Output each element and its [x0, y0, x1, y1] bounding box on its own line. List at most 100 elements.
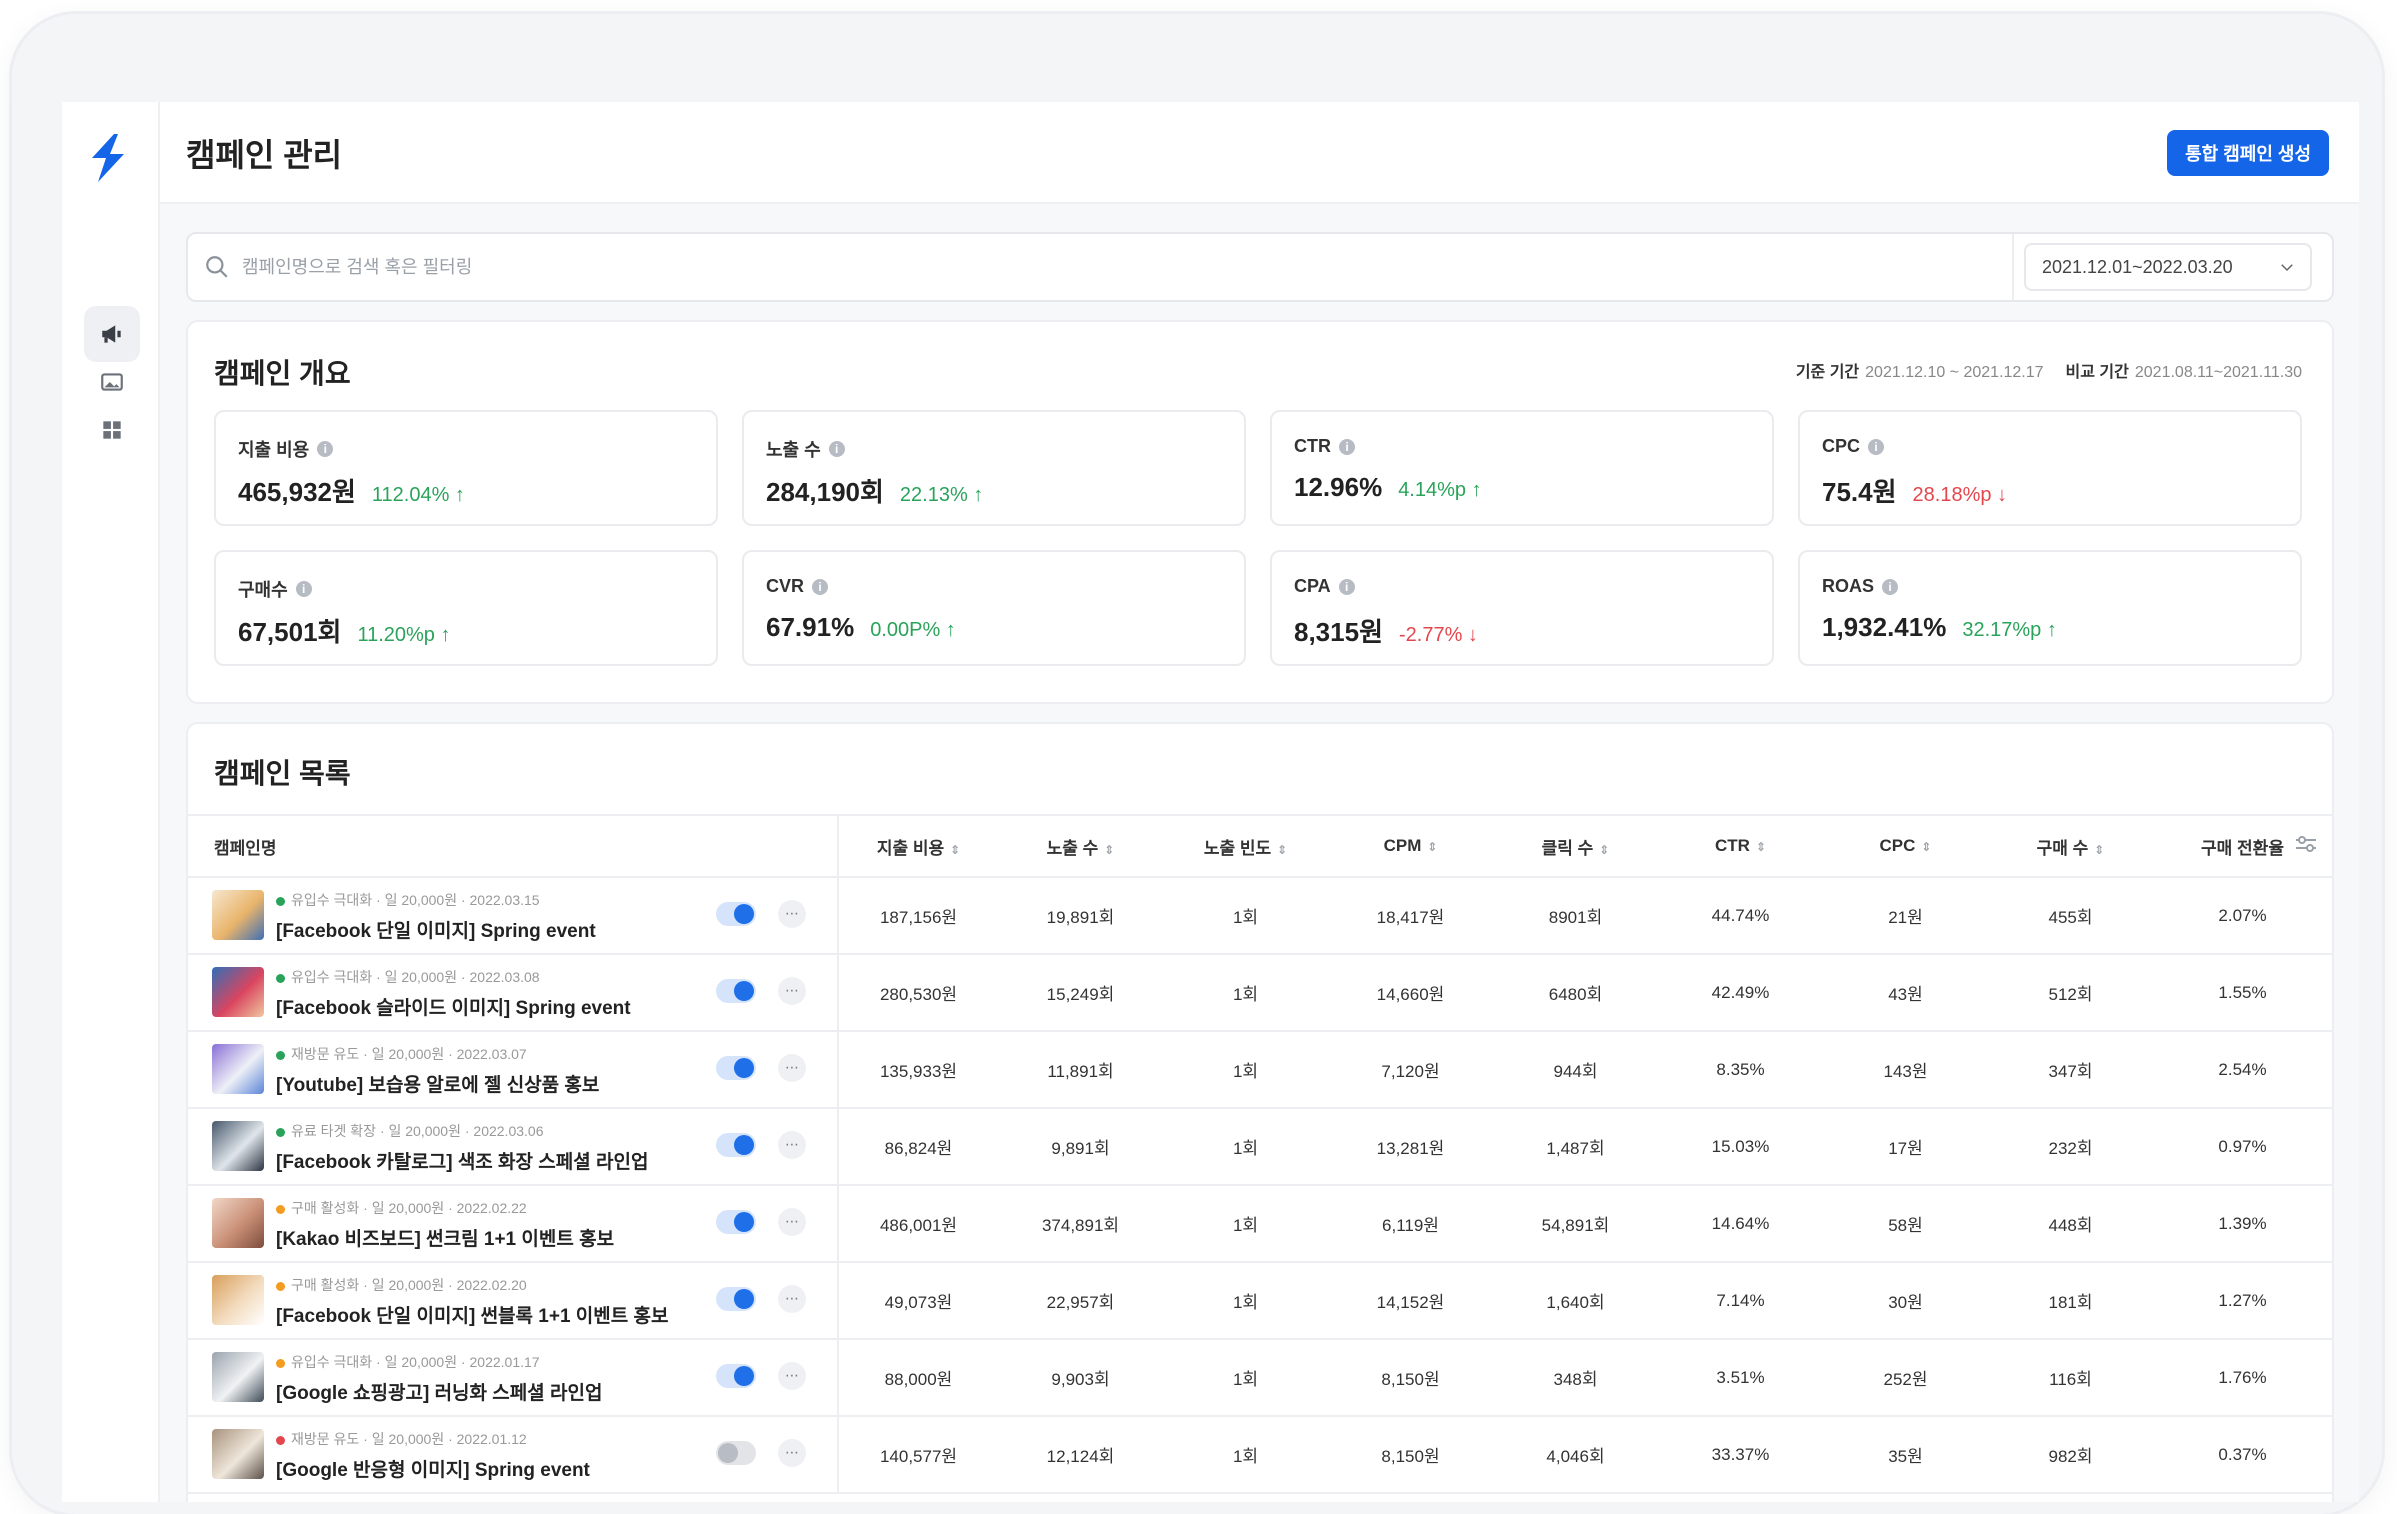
table-cell: 9,903회: [998, 1339, 1163, 1417]
metric-change: 0.00P% ↑: [870, 619, 956, 641]
table-cell: 18,417원: [1328, 877, 1493, 955]
more-options-icon[interactable]: ⋯: [778, 1439, 806, 1467]
table-cell: 1회: [1163, 1262, 1328, 1340]
table-row[interactable]: 구매 활성화 · 일 20,000원 · 2022.02.20 [Facebook…: [188, 1262, 2332, 1340]
campaign-toggle[interactable]: [716, 979, 756, 1003]
table-row[interactable]: 구매 활성화 · 일 20,000원 · 2022.02.22 [Kakao 비즈…: [188, 1185, 2332, 1263]
metric-change: -2.77% ↓: [1398, 624, 1478, 646]
column-header[interactable]: CPM ⇕: [1328, 814, 1493, 878]
base-period-label: 기준 기간: [1795, 364, 1860, 381]
column-header[interactable]: 클릭 수 ⇕: [1493, 814, 1658, 878]
table-cell: 181회: [1988, 1262, 2153, 1340]
campaign-meta: 구매 활성화 · 일 20,000원 · 2022.02.22: [276, 1198, 527, 1218]
table-row[interactable]: 유입수 극대화 · 일 20,000원 · 2022.01.17 [Google …: [188, 1339, 2332, 1417]
table-cell: 1.39%: [2153, 1185, 2332, 1263]
status-dot: [276, 1435, 285, 1445]
table-cell: 22,957회: [998, 1262, 1163, 1340]
status-dot: [276, 1050, 285, 1060]
page-title: 캠페인 관리: [186, 137, 343, 173]
sort-icon: ⇕: [950, 842, 961, 857]
sort-icon: ⇕: [1599, 842, 1610, 857]
date-range-box: 2021.12.01~2022.03.20: [2024, 243, 2312, 291]
campaign-toggle[interactable]: [716, 1364, 756, 1388]
base-period: 2021.12.10 ~ 2021.12.17: [1865, 364, 2044, 381]
column-header[interactable]: CPC ⇕: [1823, 814, 1988, 878]
campaign-meta: 재방문 유도 · 일 20,000원 · 2022.01.12: [276, 1429, 527, 1449]
column-settings-icon[interactable]: [2294, 834, 2318, 854]
info-icon[interactable]: i: [1338, 578, 1355, 595]
table-cell: 1회: [1163, 1416, 1328, 1494]
status-dot: [276, 1281, 285, 1291]
search-input[interactable]: [240, 248, 2144, 286]
column-header[interactable]: 구매 수 ⇕: [1988, 814, 2153, 878]
table-cell: 1.76%: [2153, 1339, 2332, 1417]
more-options-icon[interactable]: ⋯: [778, 900, 806, 928]
campaign-toggle[interactable]: [716, 902, 756, 926]
sidebar-item-apps[interactable]: [84, 402, 140, 458]
campaign-toggle[interactable]: [716, 1441, 756, 1465]
table-cell: 486,001원: [838, 1185, 998, 1263]
table-cell: 6480회: [1493, 954, 1658, 1032]
search-icon: [206, 256, 228, 278]
metric-card: CPA i 8,315원 -2.77% ↓: [1270, 550, 1774, 666]
campaign-meta: 구매 활성화 · 일 20,000원 · 2022.02.20: [276, 1275, 527, 1295]
table-header-row: 캠페인명 지출 비용 ⇕ 노출 수 ⇕ 노출 빈도 ⇕ CPM ⇕ 클릭 수 ⇕ CTR ⇕ CPC ⇕ 구매…: [188, 814, 2332, 878]
column-header[interactable]: 지출 비용 ⇕: [838, 814, 998, 878]
table-cell: 9,891회: [998, 1108, 1163, 1186]
info-icon[interactable]: i: [1339, 438, 1355, 455]
table-cell: 2.07%: [2153, 877, 2332, 955]
campaign-meta: 유입수 극대화 · 일 20,000원 · 2022.03.08: [276, 967, 540, 987]
table-cell: 33.37%: [1658, 1416, 1823, 1494]
metric-card: 지출 비용 i 465,932원 112.04% ↑: [214, 410, 718, 526]
table-row[interactable]: 재방문 유도 · 일 20,000원 · 2022.01.12 [Google 반…: [188, 1416, 2332, 1494]
campaign-name[interactable]: [Youtube] 보습용 알로에 젤 신상품 홍보: [276, 1070, 599, 1097]
column-header-name[interactable]: 캠페인명: [188, 814, 839, 878]
table-row[interactable]: 재방문 유도 · 일 20,000원 · 2022.03.07 [Youtube]…: [188, 1031, 2332, 1109]
table-cell: 14.64%: [1658, 1185, 1823, 1263]
campaign-name[interactable]: [Kakao 비즈보드] 썬크림 1+1 이벤트 홍보: [276, 1224, 614, 1251]
create-campaign-button[interactable]: 통합 캠페인 생성: [2167, 130, 2329, 176]
more-options-icon[interactable]: ⋯: [778, 1208, 806, 1236]
campaign-toggle[interactable]: [716, 1210, 756, 1234]
status-dot: [276, 973, 285, 983]
info-icon[interactable]: i: [1868, 438, 1885, 455]
info-icon[interactable]: i: [828, 441, 845, 457]
search-bar: 2021.12.01~2022.03.20: [186, 232, 2334, 302]
campaign-thumbnail: [212, 1121, 264, 1171]
campaign-name[interactable]: [Facebook 단일 이미지] Spring event: [276, 916, 596, 943]
campaign-name[interactable]: [Facebook 단일 이미지] 썬블록 1+1 이벤트 홍보: [276, 1301, 669, 1328]
campaign-name-cell: 구매 활성화 · 일 20,000원 · 2022.02.20 [Facebook…: [188, 1262, 839, 1340]
metric-change: 22.13% ↑: [899, 484, 984, 506]
campaign-toggle[interactable]: [716, 1056, 756, 1080]
info-icon[interactable]: i: [317, 441, 334, 457]
column-header[interactable]: CTR ⇕: [1658, 814, 1823, 878]
table-cell: 0.37%: [2153, 1416, 2332, 1494]
table-row[interactable]: 유료 타겟 확장 · 일 20,000원 · 2022.03.06 [Facebo…: [188, 1108, 2332, 1186]
table-cell: 187,156원: [838, 877, 998, 955]
more-options-icon[interactable]: ⋯: [778, 1285, 806, 1313]
campaign-toggle[interactable]: [716, 1287, 756, 1311]
info-icon[interactable]: i: [1882, 578, 1899, 595]
column-header[interactable]: 노출 수 ⇕: [998, 814, 1163, 878]
campaign-name[interactable]: [Facebook 카탈로그] 색조 화장 스페셜 라인업: [276, 1147, 648, 1174]
more-options-icon[interactable]: ⋯: [778, 1362, 806, 1390]
info-icon[interactable]: i: [295, 581, 312, 597]
date-range-select[interactable]: 2021.12.01~2022.03.20: [2012, 234, 2332, 300]
campaign-name[interactable]: [Facebook 슬라이드 이미지] Spring event: [276, 993, 631, 1020]
info-icon[interactable]: i: [812, 578, 829, 595]
campaign-name[interactable]: [Google 쇼핑광고] 러닝화 스페셜 라인업: [276, 1378, 602, 1405]
more-options-icon[interactable]: ⋯: [778, 1131, 806, 1159]
campaign-name[interactable]: [Google 반응형 이미지] Spring event: [276, 1455, 590, 1482]
campaign-table: 캠페인명 지출 비용 ⇕ 노출 수 ⇕ 노출 빈도 ⇕ CPM ⇕ 클릭 수 ⇕ CTR ⇕ CPC ⇕ 구매…: [188, 814, 2332, 1494]
metric-card: CVR i 67.91% 0.00P% ↑: [742, 550, 1246, 666]
metric-change: 4.14%p ↑: [1398, 479, 1482, 501]
more-options-icon[interactable]: ⋯: [778, 1054, 806, 1082]
table-row[interactable]: 유입수 극대화 · 일 20,000원 · 2022.03.08 [Faceboo…: [188, 954, 2332, 1032]
more-options-icon[interactable]: ⋯: [778, 977, 806, 1005]
table-row[interactable]: 유입수 극대화 · 일 20,000원 · 2022.03.15 [Faceboo…: [188, 877, 2332, 955]
column-header[interactable]: 노출 빈도 ⇕: [1163, 814, 1328, 878]
metric-value: 1,932.41% 32.17%p ↑: [1822, 612, 2057, 642]
table-cell: 982회: [1988, 1416, 2153, 1494]
campaign-toggle[interactable]: [716, 1133, 756, 1157]
table-cell: 8,150원: [1328, 1416, 1493, 1494]
